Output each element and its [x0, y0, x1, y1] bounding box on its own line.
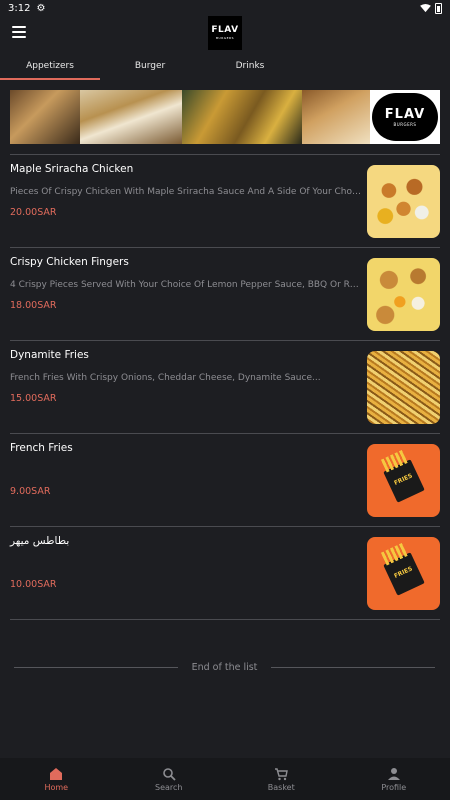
item-description: French Fries With Crispy Onions, Cheddar… [10, 373, 321, 383]
nav-home[interactable]: Home [0, 758, 113, 800]
settings-gear-icon: ⚙ [36, 2, 46, 14]
item-price: 15.00SAR [10, 393, 57, 404]
item-image [367, 258, 440, 331]
status-bar: 3:12 ⚙ [0, 0, 450, 16]
item-description: 4 Crispy Pieces Served With Your Choice … [10, 280, 362, 290]
person-icon [387, 767, 400, 780]
menu-item[interactable]: بطاطس ميهر 10.00SAR FRIES [10, 527, 440, 619]
menu-item[interactable]: French Fries 9.00SAR FRIES [10, 434, 440, 526]
tab-burger[interactable]: Burger [100, 52, 200, 80]
item-image [367, 351, 440, 424]
nav-basket[interactable]: Basket [225, 758, 338, 800]
banner-photo-dip [80, 90, 182, 144]
cart-icon [275, 767, 289, 780]
menu-item[interactable]: Dynamite Fries French Fries With Crispy … [10, 341, 440, 433]
item-description: Pieces Of Crispy Chicken With Maple Srir… [10, 187, 362, 197]
banner-logo: FLAV BURGERS [370, 90, 440, 144]
item-title: French Fries [10, 442, 73, 454]
wifi-icon [420, 3, 431, 12]
banner-photo-burger [10, 90, 80, 144]
item-title: Crispy Chicken Fingers [10, 256, 129, 268]
item-price: 20.00SAR [10, 207, 57, 218]
home-icon [50, 767, 63, 780]
item-image [367, 165, 440, 238]
category-tabs: Appetizers Burger Drinks [0, 52, 450, 80]
status-time: 3:12 [8, 2, 31, 14]
bottom-navigation: Home Search Basket Profile [0, 758, 450, 800]
battery-icon [435, 2, 442, 14]
banner-photo-fries [182, 90, 302, 144]
nav-profile[interactable]: Profile [338, 758, 450, 800]
tab-drinks[interactable]: Drinks [200, 52, 300, 80]
menu-item[interactable]: Maple Sriracha Chicken Pieces Of Crispy … [10, 155, 440, 247]
item-price: 18.00SAR [10, 300, 57, 311]
item-title: Maple Sriracha Chicken [10, 163, 134, 175]
menu-item[interactable]: Crispy Chicken Fingers 4 Crispy Pieces S… [10, 248, 440, 340]
tab-appetizers[interactable]: Appetizers [0, 52, 100, 80]
nav-search[interactable]: Search [113, 758, 226, 800]
item-price: 9.00SAR [10, 486, 51, 497]
end-of-list-label: End of the list [191, 661, 258, 673]
end-of-list: End of the list [14, 660, 436, 674]
promo-banner[interactable]: FLAV BURGERS [10, 90, 440, 144]
banner-photo-chicken [302, 90, 370, 144]
item-title: Dynamite Fries [10, 349, 89, 361]
menu-icon[interactable] [12, 26, 26, 38]
divider [10, 619, 440, 620]
item-price: 10.00SAR [10, 579, 57, 590]
item-image: FRIES [367, 537, 440, 610]
search-icon [162, 767, 176, 781]
brand-logo: FLAV BURGERS [208, 16, 242, 50]
app-bar: FLAV BURGERS [0, 16, 450, 52]
item-title: بطاطس ميهر [10, 535, 70, 547]
item-image: FRIES [367, 444, 440, 517]
